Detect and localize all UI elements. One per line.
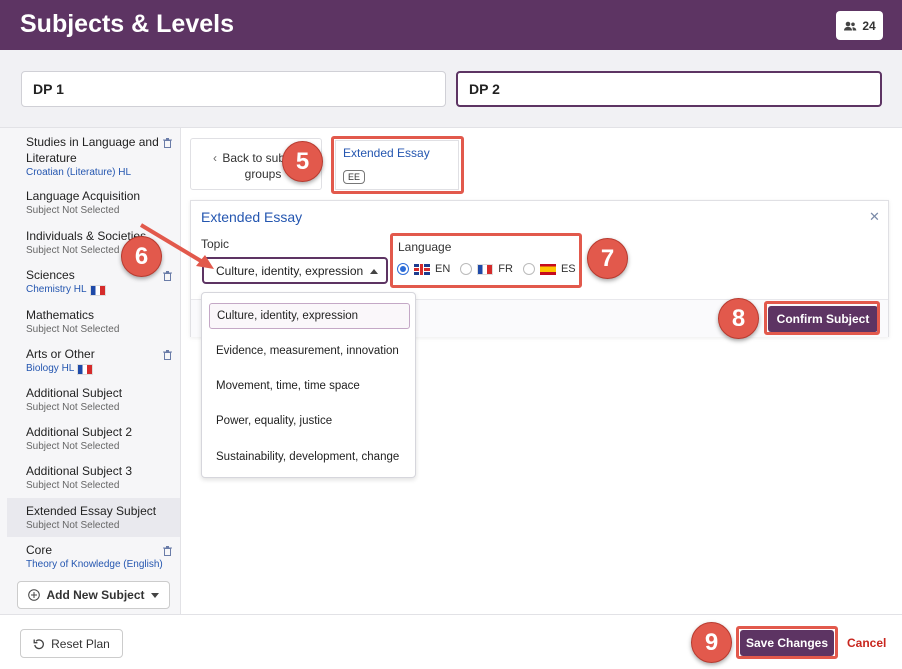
sidebar-item-subject: Chemistry HL	[26, 283, 180, 297]
user-count-badge[interactable]: 24	[836, 11, 883, 40]
card-code-badge: EE	[343, 170, 366, 184]
flag-es-icon	[539, 263, 556, 275]
radio-en[interactable]	[397, 263, 409, 275]
step-badge-7: 7	[587, 238, 628, 279]
extended-essay-card[interactable]: Extended Essay EE	[335, 140, 459, 190]
sidebar-item-label: Arts or Other	[26, 347, 95, 361]
topic-select[interactable]: Culture, identity, expression	[202, 257, 388, 284]
plus-circle-icon	[28, 589, 41, 601]
topic-dropdown-menu: Culture, identity, expression Evidence, …	[201, 292, 416, 478]
reset-label: Reset Plan	[51, 636, 110, 651]
sidebar-item-subject: Subject Not Selected	[26, 441, 120, 452]
dp-tab-bar: DP 1 DP 2	[0, 50, 902, 128]
tab-dp2[interactable]: DP 2	[456, 71, 882, 107]
sidebar-item-label: Additional Subject	[26, 386, 123, 400]
topic-option[interactable]: Power, equality, justice	[209, 408, 410, 434]
arrow-icon	[139, 223, 214, 269]
topic-option[interactable]: Movement, time, time space	[209, 373, 410, 399]
sidebar-item-subject: Subject Not Selected	[26, 205, 120, 216]
page-title: Subjects & Levels	[20, 10, 234, 38]
sidebar-item-core[interactable]: Core Theory of Knowledge (English)	[7, 542, 180, 574]
flag-fr-icon	[477, 263, 494, 275]
language-option-es[interactable]: ES	[522, 263, 576, 275]
subject-text: Chemistry HL	[26, 284, 87, 295]
tab-dp1[interactable]: DP 1	[21, 71, 446, 107]
sidebar-item-label: Core	[26, 543, 53, 557]
topic-value: Culture, identity, expression	[216, 263, 364, 278]
card-title: Extended Essay	[343, 146, 430, 160]
language-option-en[interactable]: EN	[397, 263, 450, 275]
step-badge-9: 9	[691, 622, 732, 663]
flag-fr-icon	[77, 363, 94, 375]
sidebar-item-subject: Subject Not Selected	[26, 324, 120, 335]
chevron-left-icon: ‹	[213, 151, 217, 165]
sidebar-item-additional-subject-3[interactable]: Additional Subject 3 Subject Not Selecte…	[7, 463, 180, 495]
sidebar-item-subject: Subject Not Selected	[26, 402, 120, 413]
language-option-fr[interactable]: FR	[460, 263, 513, 275]
app-header: Subjects & Levels 24	[0, 0, 902, 50]
sidebar-item-subject: Croatian (Literature) HL	[26, 167, 132, 178]
flag-gb-icon	[414, 263, 430, 275]
save-changes-button[interactable]: Save Changes	[740, 630, 834, 656]
add-subject-button[interactable]: Add New Subject	[17, 581, 170, 609]
reset-plan-button[interactable]: Reset Plan	[20, 629, 123, 658]
language-code: EN	[435, 263, 451, 275]
language-label: Language	[398, 240, 452, 254]
sidebar-item-additional-subject[interactable]: Additional Subject Subject Not Selected	[7, 385, 180, 417]
sidebar-item-subject: Subject Not Selected	[26, 520, 120, 531]
trash-icon[interactable]	[163, 138, 172, 148]
users-icon	[844, 21, 857, 30]
flag-fr-icon	[89, 284, 106, 296]
footer-bar: Reset Plan Save Changes Cancel	[0, 614, 902, 669]
close-icon[interactable]: ✕	[869, 209, 880, 225]
sidebar-item-label: Additional Subject 3	[26, 464, 133, 478]
sidebar-item-label: Language Acquisition	[26, 189, 141, 203]
sidebar-item-subject: Subject Not Selected	[26, 480, 120, 491]
sidebar-item-extended-essay[interactable]: Extended Essay Subject Subject Not Selec…	[7, 498, 180, 537]
sidebar-item-subject: Biology HL	[26, 362, 180, 376]
trash-icon[interactable]	[163, 350, 172, 360]
subject-text: Biology HL	[26, 363, 75, 374]
sidebar-item-language-acquisition[interactable]: Language Acquisition Subject Not Selecte…	[7, 188, 180, 220]
confirm-subject-button[interactable]: Confirm Subject	[768, 306, 878, 332]
radio-fr[interactable]	[460, 263, 473, 275]
topic-option[interactable]: Sustainability, development, change	[209, 444, 410, 470]
caret-down-icon	[150, 592, 159, 598]
sidebar-item-label: Mathematics	[26, 308, 95, 322]
reset-icon	[33, 638, 45, 649]
sidebar-item-mathematics[interactable]: Mathematics Subject Not Selected	[7, 307, 180, 339]
subject-sidebar: Studies in Language and Literature Croat…	[0, 128, 181, 614]
sidebar-item-subject: Theory of Knowledge (English)	[26, 559, 163, 570]
language-radio-group: EN FR ES	[397, 263, 576, 275]
radio-es[interactable]	[522, 263, 535, 275]
sidebar-item-additional-subject-2[interactable]: Additional Subject 2 Subject Not Selecte…	[7, 424, 180, 456]
step-badge-8: 8	[718, 298, 759, 339]
trash-icon[interactable]	[163, 546, 172, 556]
sidebar-item-label: Extended Essay Subject	[26, 504, 157, 518]
add-subject-label: Add New Subject	[46, 588, 145, 602]
caret-up-icon	[370, 269, 378, 274]
topic-option[interactable]: Evidence, measurement, innovation	[209, 338, 410, 364]
sidebar-item-language-literature[interactable]: Studies in Language and Literature Croat…	[7, 134, 180, 180]
sidebar-item-label: Additional Subject 2	[26, 425, 133, 439]
topic-option[interactable]: Culture, identity, expression	[209, 303, 410, 329]
language-code: FR	[498, 263, 513, 275]
user-count: 24	[862, 18, 876, 33]
sidebar-item-arts-other[interactable]: Arts or Other Biology HL	[7, 346, 180, 378]
sidebar-item-label: Studies in Language and Literature	[26, 135, 159, 165]
step-badge-5: 5	[282, 141, 323, 182]
cancel-link[interactable]: Cancel	[847, 636, 886, 650]
language-code: ES	[560, 263, 576, 275]
